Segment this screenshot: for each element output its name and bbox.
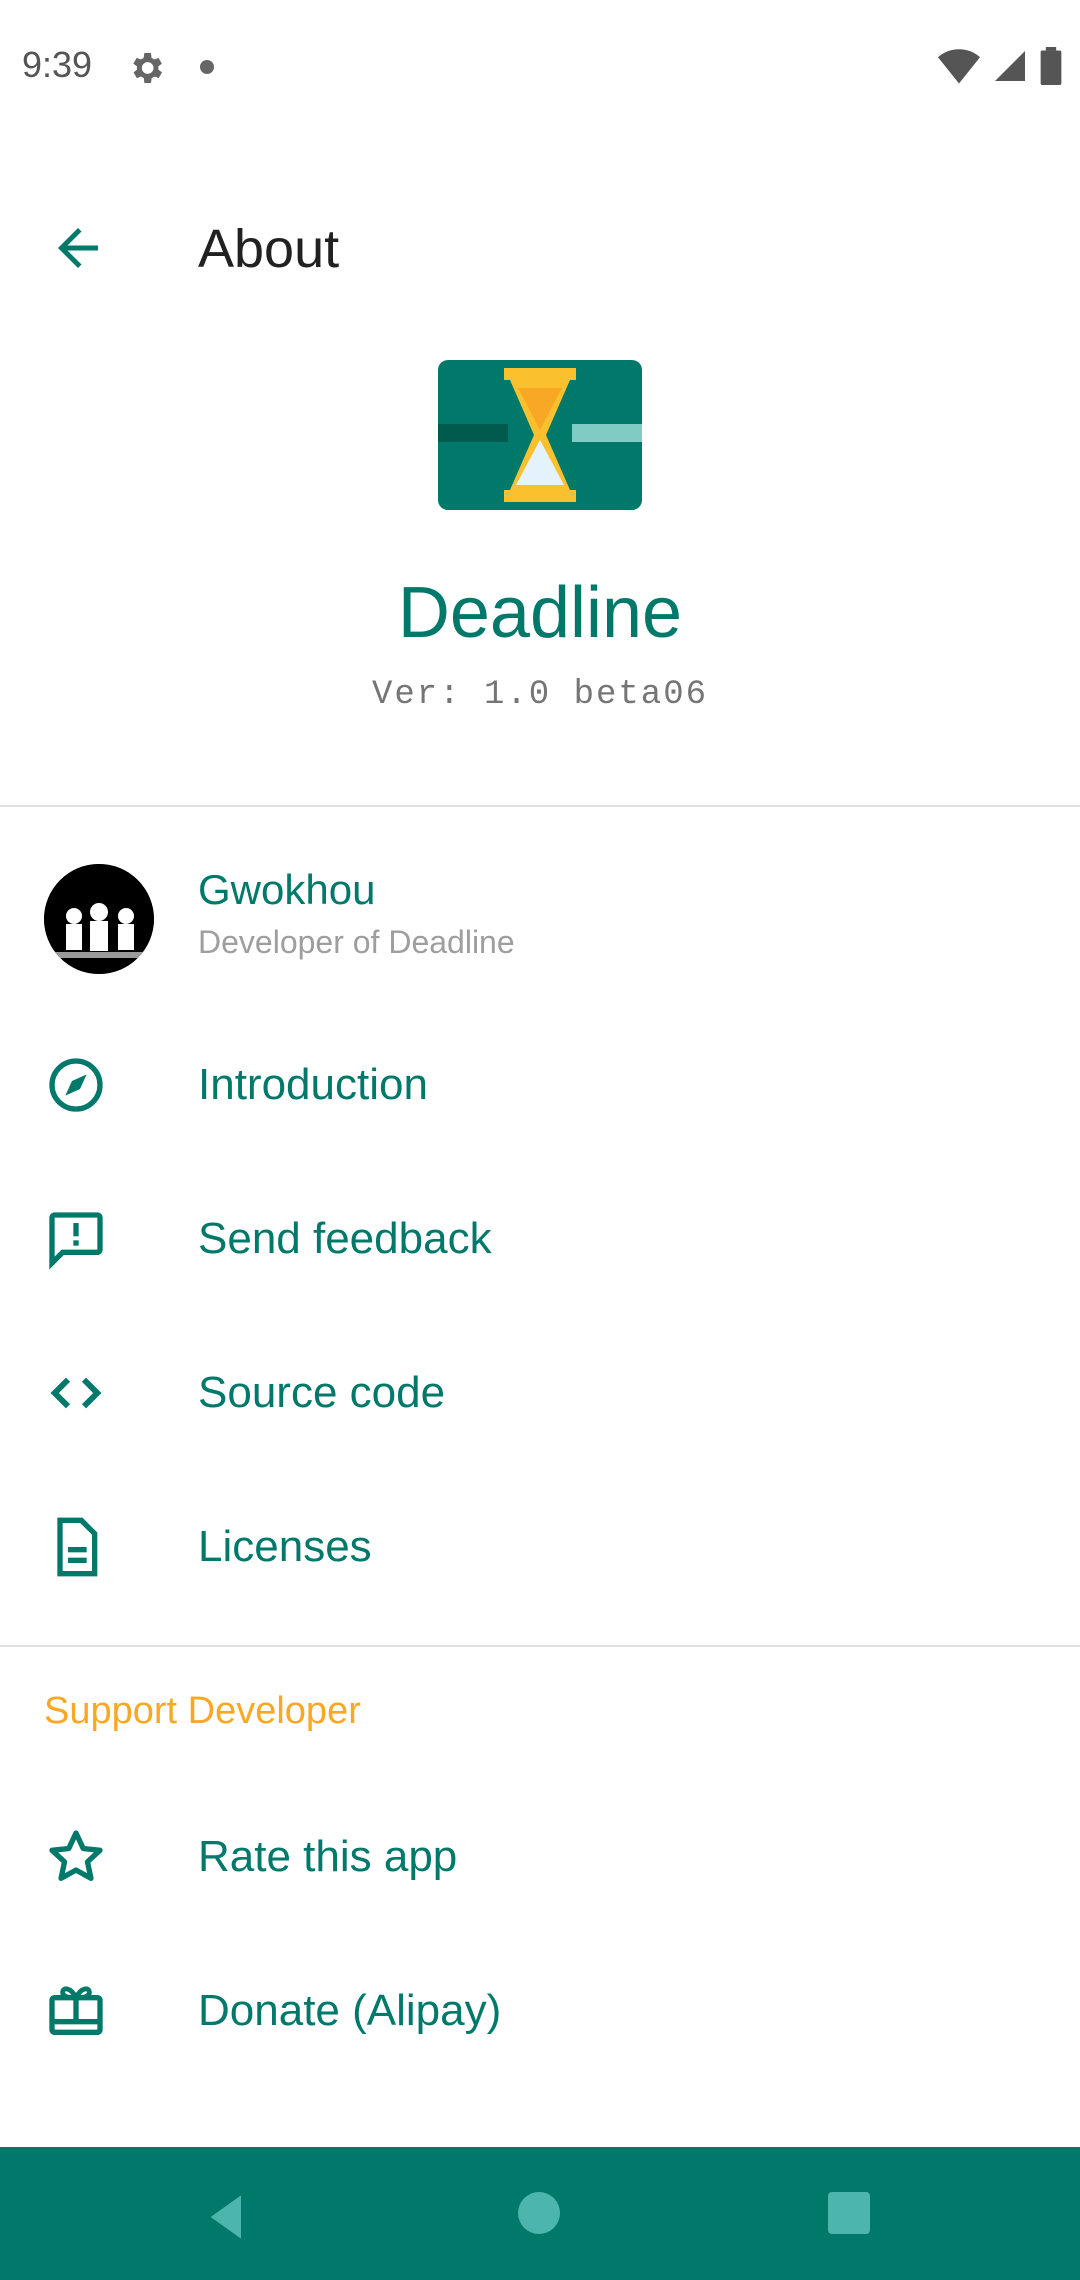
- status-bar: 9:39: [0, 0, 1080, 134]
- licenses-item[interactable]: Licenses: [0, 1472, 1080, 1622]
- donate-label: Donate (Alipay): [198, 1986, 502, 2035]
- system-navigation-bar: [0, 2147, 1080, 2280]
- source-code-label: Source code: [198, 1368, 446, 1417]
- wifi-icon: [938, 49, 980, 84]
- support-section-header: Support Developer: [44, 1690, 361, 1732]
- star-icon: [49, 1830, 103, 1881]
- settings-notification-icon: [133, 53, 162, 83]
- rate-app-item[interactable]: Rate this app: [0, 1782, 1080, 1932]
- compass-icon: [49, 1058, 103, 1112]
- licenses-label: Licenses: [198, 1522, 372, 1571]
- nav-recents-icon[interactable]: [828, 2192, 870, 2234]
- document-icon: [57, 1517, 98, 1577]
- status-time: 9:39: [22, 44, 93, 85]
- page-title: About: [198, 219, 340, 279]
- developer-avatar: [44, 864, 154, 974]
- introduction-label: Introduction: [198, 1060, 428, 1109]
- nav-back-icon[interactable]: [202, 2191, 254, 2243]
- app-name: Deadline: [397, 573, 683, 653]
- cell-signal-icon: [995, 51, 1025, 81]
- source-code-item[interactable]: Source code: [0, 1318, 1080, 1468]
- nav-home-icon[interactable]: [518, 2192, 560, 2234]
- introduction-item[interactable]: Introduction: [0, 1010, 1080, 1160]
- rate-app-label: Rate this app: [198, 1832, 458, 1881]
- feedback-icon: [49, 1212, 103, 1270]
- donate-item[interactable]: Donate (Alipay): [0, 1936, 1080, 2086]
- status-icons: [938, 44, 1062, 88]
- back-arrow-icon[interactable]: [48, 218, 108, 278]
- send-feedback-item[interactable]: Send feedback: [0, 1164, 1080, 1314]
- battery-icon: [1040, 47, 1062, 85]
- notification-dot-icon: [200, 60, 214, 74]
- developer-subtitle: Developer of Deadline: [198, 924, 515, 960]
- gift-card-icon: [49, 1986, 103, 2035]
- app-version: Ver: 1.0 beta06: [371, 676, 709, 714]
- app-logo: [438, 360, 642, 510]
- divider: [0, 1645, 1080, 1647]
- code-icon: [50, 1377, 102, 1409]
- divider: [0, 805, 1080, 807]
- developer-name: Gwokhou: [198, 866, 376, 913]
- send-feedback-label: Send feedback: [198, 1214, 492, 1263]
